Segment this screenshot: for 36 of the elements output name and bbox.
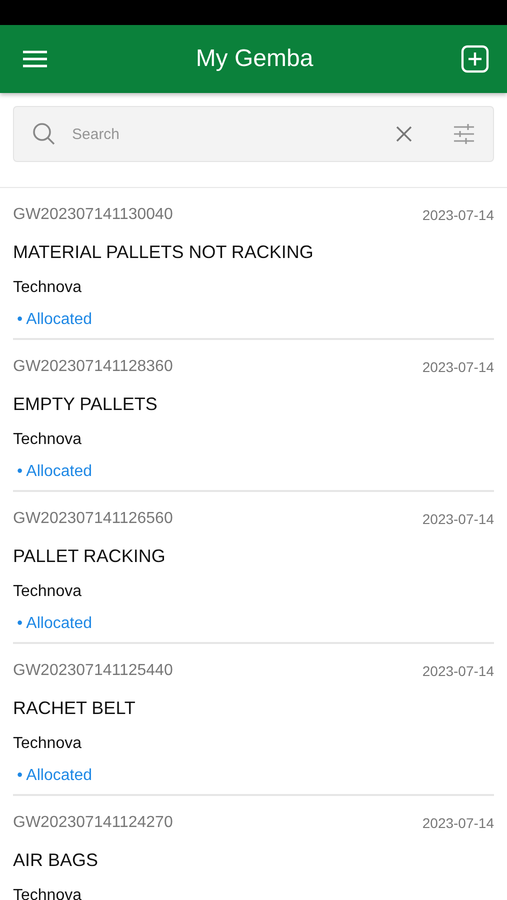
record-id: GW202307141130040 bbox=[13, 206, 173, 224]
record-title: PALLET RACKING bbox=[13, 546, 166, 567]
gemba-list-item[interactable]: GW202307141124270 2023-07-14 AIR BAGS Technova bbox=[13, 796, 494, 900]
gemba-list-item[interactable]: GW202307141125440 2023-07-14 RACHET BELT Technova • Allocated bbox=[13, 644, 494, 796]
company-name: Technova bbox=[13, 279, 82, 297]
add-icon[interactable] bbox=[461, 45, 489, 73]
status-label: • Allocated bbox=[16, 463, 93, 481]
screen-title: My Gemba bbox=[196, 45, 314, 73]
record-title: RACHET BELT bbox=[13, 698, 136, 719]
record-date: 2023-07-14 bbox=[422, 359, 494, 375]
gemba-list-item[interactable]: GW202307141128360 2023-07-14 EMPTY PALLETS Technova • Allocated bbox=[13, 340, 494, 492]
company-name: Technova bbox=[13, 735, 82, 753]
record-title: AIR BAGS bbox=[13, 850, 100, 871]
record-title: EMPTY PALLETS bbox=[13, 394, 158, 415]
status-label: • Allocated bbox=[16, 767, 93, 785]
gemba-list-item[interactable]: GW202307141130040 2023-07-14 MATERIAL PALLETS NOT RACKING Technova • Allocated bbox=[13, 188, 494, 340]
record-id: GW202307141128360 bbox=[13, 358, 173, 376]
record-date: 2023-07-14 bbox=[422, 663, 494, 679]
status-label: • Allocated bbox=[16, 615, 93, 633]
status-label: • Allocated bbox=[16, 311, 93, 329]
company-name: Technova bbox=[13, 431, 82, 449]
record-title: MATERIAL PALLETS NOT RACKING bbox=[13, 242, 314, 263]
menu-icon[interactable] bbox=[22, 49, 48, 69]
company-name: Technova bbox=[13, 887, 82, 900]
filter-sliders-icon[interactable] bbox=[453, 124, 475, 144]
record-date: 2023-07-14 bbox=[422, 207, 494, 223]
search-icon bbox=[32, 122, 56, 146]
company-name: Technova bbox=[13, 583, 82, 601]
close-icon[interactable] bbox=[395, 125, 413, 143]
record-date: 2023-07-14 bbox=[422, 511, 494, 527]
record-id: GW202307141125440 bbox=[13, 662, 173, 680]
record-id: GW202307141126560 bbox=[13, 510, 173, 528]
gemba-list-item[interactable]: GW202307141126560 2023-07-14 PALLET RACKING Technova • Allocated bbox=[13, 492, 494, 644]
record-date: 2023-07-14 bbox=[422, 815, 494, 831]
search-field[interactable]: Search bbox=[70, 124, 381, 144]
record-id: GW202307141124270 bbox=[13, 814, 173, 832]
